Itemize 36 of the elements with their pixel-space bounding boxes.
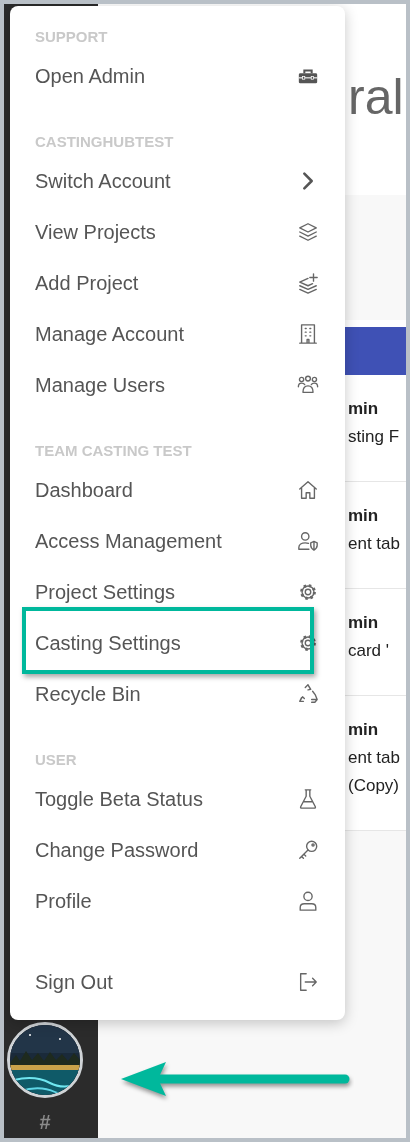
menu-item[interactable]: Change Password [10, 824, 345, 875]
menu-item[interactable]: Access Management [10, 515, 345, 566]
row-title: min [348, 719, 380, 741]
row-text: card ' [348, 640, 391, 662]
flask-icon [297, 787, 319, 810]
menu-item[interactable]: Switch Account [10, 155, 345, 206]
users-icon [297, 373, 319, 396]
menu-item[interactable]: Casting Settings [10, 617, 345, 668]
menu-item[interactable]: Manage Users [10, 359, 345, 410]
key-icon [297, 838, 319, 861]
row-text: ent tab [348, 533, 401, 555]
menu-item[interactable]: Dashboard [10, 464, 345, 515]
menu-item[interactable]: Toggle Beta Status [10, 773, 345, 824]
menu-item[interactable]: Manage Account [10, 308, 345, 359]
row-title: min [348, 612, 380, 634]
menu-item[interactable]: Project Settings [10, 566, 345, 617]
menu-item[interactable]: Sign Out [10, 956, 345, 1007]
sidebar-label: # [39, 1110, 51, 1134]
layers-plus-icon [297, 271, 319, 294]
user-icon [297, 889, 319, 912]
row-text: sting F [348, 426, 401, 448]
menu-item[interactable]: Add Project [10, 257, 345, 308]
sign-out-icon [297, 970, 319, 993]
row-text: ent tab [348, 747, 401, 769]
menu-item[interactable]: Recycle Bin [10, 668, 345, 719]
layers-icon [297, 220, 319, 243]
row-text: (Copy) [348, 775, 400, 797]
menu-item[interactable]: Profile [10, 875, 345, 926]
row-title: min [348, 505, 380, 527]
user-shield-icon [297, 529, 319, 552]
menu-item[interactable]: View Projects [10, 206, 345, 257]
building-icon [297, 322, 319, 345]
menu-item[interactable]: Open Admin [10, 50, 345, 101]
row-title: min [348, 398, 380, 420]
home-icon [297, 478, 319, 501]
page-heading: ral [348, 69, 404, 125]
